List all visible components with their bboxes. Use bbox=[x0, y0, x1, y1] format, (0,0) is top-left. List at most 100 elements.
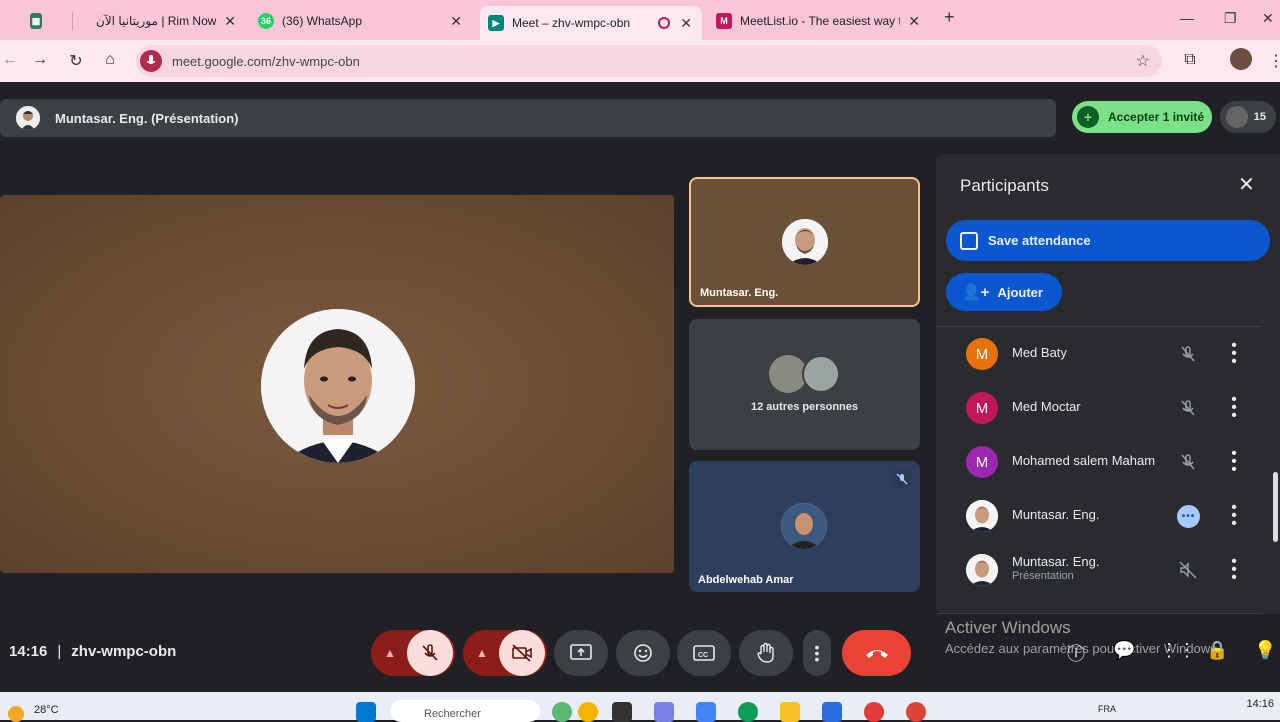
meeting-info-icon[interactable]: ⓘ bbox=[1067, 640, 1085, 666]
activities-icon[interactable]: ⋮⋮ bbox=[1160, 640, 1196, 661]
chrome-icon[interactable] bbox=[906, 702, 926, 722]
opera-icon[interactable] bbox=[864, 702, 884, 722]
app-icon[interactable] bbox=[552, 702, 572, 722]
video-settings-chevron-icon[interactable]: ▲ bbox=[465, 646, 499, 660]
new-tab-button[interactable]: + bbox=[944, 7, 955, 28]
more-options-icon[interactable]: • • • bbox=[1228, 392, 1240, 424]
tab-whatsapp[interactable]: 36 (36) WhatsApp ✕ bbox=[258, 6, 472, 36]
add-people-button[interactable]: 👤+ Ajouter bbox=[946, 273, 1062, 311]
participant-name: Med Baty bbox=[1012, 345, 1067, 360]
address-bar[interactable]: meet.google.com/zhv-wmpc-obn ☆ bbox=[136, 45, 1162, 77]
captions-icon: CC bbox=[693, 645, 715, 661]
volume-off-icon[interactable] bbox=[1178, 560, 1198, 580]
video-tile-self[interactable]: Muntasar. Eng. bbox=[689, 177, 920, 307]
reactions-button[interactable] bbox=[616, 630, 670, 676]
tab-meet[interactable]: ▶ Meet – zhv-wmpc-obn ✕ bbox=[480, 6, 702, 40]
whatsapp-icon: 36 bbox=[258, 13, 274, 29]
participant-avatar: M bbox=[966, 338, 998, 370]
save-attendance-button[interactable]: Save attendance bbox=[946, 220, 1270, 261]
present-screen-icon bbox=[570, 644, 592, 660]
microphone-active-icon[interactable] bbox=[140, 50, 162, 72]
participant-name: Muntasar. Eng. bbox=[1012, 507, 1100, 522]
captions-button[interactable]: CC bbox=[677, 630, 731, 676]
mic-off-icon[interactable] bbox=[1178, 452, 1198, 472]
tile-name: Muntasar. Eng. bbox=[700, 287, 779, 299]
leave-call-button[interactable] bbox=[842, 630, 911, 676]
close-tab-icon[interactable]: ✕ bbox=[224, 13, 236, 30]
people-count-button[interactable]: 15 bbox=[1220, 101, 1276, 133]
close-panel-icon[interactable]: ✕ bbox=[1238, 172, 1255, 197]
present-screen-button[interactable] bbox=[554, 630, 608, 676]
tab-meetlist[interactable]: M MeetList.io - The easiest way to ✕ bbox=[716, 6, 930, 36]
tab-title: (36) WhatsApp bbox=[282, 14, 363, 28]
camera-toggle-button[interactable] bbox=[499, 630, 545, 676]
accept-guest-button[interactable]: + Accepter 1 invité bbox=[1072, 101, 1212, 133]
close-window-button[interactable]: ✕ bbox=[1262, 10, 1274, 27]
participant-name: Muntasar. Eng. bbox=[1012, 554, 1100, 569]
reload-icon[interactable]: ↻ bbox=[66, 51, 86, 71]
raise-hand-button[interactable] bbox=[739, 630, 793, 676]
participant-avatar bbox=[781, 503, 827, 549]
participants-list[interactable]: M Med Baty • • • M Med Moctar • • • M Mohame… bbox=[936, 326, 1262, 614]
windows-taskbar: 28°C Rechercher FRA 14:16 bbox=[0, 692, 1280, 722]
video-tile-abdelwehab[interactable]: Abdelwehab Amar bbox=[689, 461, 920, 592]
audio-settings-chevron-icon[interactable]: ▲ bbox=[373, 646, 407, 660]
participant-avatar bbox=[802, 355, 840, 393]
taskbar-search[interactable]: Rechercher bbox=[390, 700, 540, 722]
teams-icon[interactable] bbox=[654, 702, 674, 722]
participant-avatar bbox=[966, 500, 998, 532]
file-explorer-icon[interactable] bbox=[780, 702, 800, 722]
more-options-button[interactable]: • • • bbox=[803, 630, 831, 676]
extensions-icon[interactable]: ⧉ bbox=[1180, 51, 1200, 69]
video-tile-others[interactable]: 12 autres personnes bbox=[689, 319, 920, 450]
menu-kebab-icon[interactable]: ⋮ bbox=[1266, 51, 1280, 71]
language-indicator[interactable]: FRA bbox=[1098, 704, 1116, 714]
lightbulb-icon[interactable]: 💡 bbox=[1254, 640, 1276, 661]
more-options-icon[interactable]: • • • bbox=[1228, 446, 1240, 478]
participant-row[interactable]: M Med Baty • • • bbox=[936, 327, 1262, 381]
minimize-button[interactable]: — bbox=[1180, 10, 1194, 26]
participant-row[interactable]: M Mohamed salem Maham • • • bbox=[936, 435, 1262, 489]
more-options-icon[interactable]: • • • bbox=[1228, 554, 1240, 586]
weather-widget[interactable]: 28°C bbox=[8, 698, 59, 722]
meeting-time: 14:16 bbox=[9, 643, 48, 660]
meet-icon: ▶ bbox=[488, 15, 504, 31]
close-tab-icon[interactable]: ✕ bbox=[680, 15, 692, 32]
bookmark-star-icon[interactable]: ☆ bbox=[1136, 51, 1150, 71]
more-options-icon[interactable]: • • • bbox=[1228, 500, 1240, 532]
participant-row[interactable]: M Med Moctar • • • bbox=[936, 381, 1262, 435]
host-controls-icon[interactable]: 🔒 bbox=[1206, 640, 1228, 661]
presentation-banner: Muntasar. Eng. (Présentation) bbox=[0, 99, 1056, 137]
maximize-button[interactable]: ❐ bbox=[1224, 10, 1237, 27]
taskbar-clock[interactable]: 14:16 bbox=[1246, 698, 1274, 710]
home-icon[interactable]: ⌂ bbox=[100, 51, 120, 69]
participant-row[interactable]: Muntasar. Eng. ••• • • • bbox=[936, 489, 1262, 543]
task-view-icon[interactable] bbox=[612, 702, 632, 722]
panel-scrollbar[interactable] bbox=[1273, 472, 1278, 542]
main-video-tile[interactable] bbox=[0, 195, 674, 573]
participant-row[interactable]: Muntasar. Eng. Présentation • • • bbox=[936, 543, 1262, 597]
mic-off-icon[interactable] bbox=[1178, 344, 1198, 364]
mic-off-icon[interactable] bbox=[1178, 398, 1198, 418]
save-attendance-label: Save attendance bbox=[988, 233, 1091, 248]
participant-avatar bbox=[782, 219, 828, 265]
speaking-indicator-icon: ••• bbox=[1177, 505, 1200, 528]
app-icon[interactable] bbox=[578, 702, 598, 722]
tab-pinned[interactable]: ▦ bbox=[30, 6, 50, 36]
tab-rim-now[interactable]: موريتانيا الآن | Rim Now ✕ bbox=[96, 6, 246, 36]
edge-icon[interactable] bbox=[738, 702, 758, 722]
back-icon[interactable]: ← bbox=[0, 51, 20, 69]
mic-toggle-button[interactable] bbox=[407, 630, 453, 676]
forward-icon[interactable]: → bbox=[30, 51, 50, 69]
others-caption: 12 autres personnes bbox=[751, 401, 858, 413]
store-icon[interactable] bbox=[822, 702, 842, 722]
more-options-icon[interactable]: • • • bbox=[1228, 338, 1240, 370]
temperature: 28°C bbox=[34, 704, 59, 716]
close-tab-icon[interactable]: ✕ bbox=[450, 13, 462, 30]
close-tab-icon[interactable]: ✕ bbox=[908, 13, 920, 30]
profile-avatar[interactable] bbox=[1230, 48, 1252, 70]
windows-start-icon[interactable] bbox=[356, 702, 376, 722]
mic-off-icon bbox=[892, 469, 912, 489]
chat-icon[interactable]: 💬 bbox=[1113, 640, 1135, 661]
copilot-icon[interactable] bbox=[696, 702, 716, 722]
